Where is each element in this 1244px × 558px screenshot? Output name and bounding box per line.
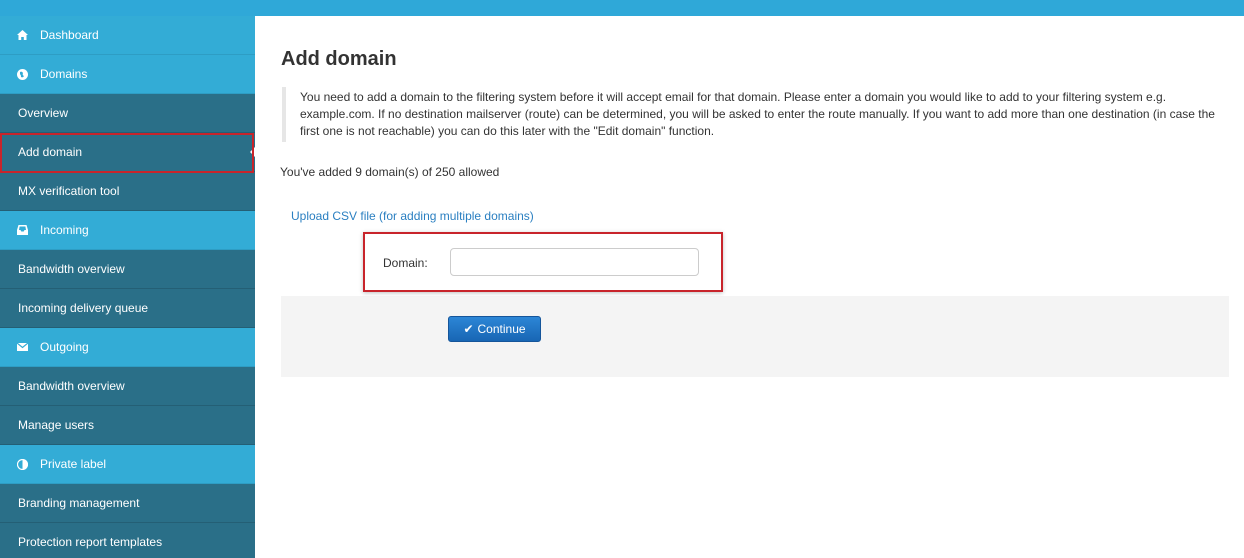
sidebar-item-incoming[interactable]: Incoming: [0, 211, 255, 250]
domain-label: Domain:: [383, 256, 428, 270]
intro-text: You need to add a domain to the filterin…: [282, 87, 1232, 142]
sidebar-item-label: Protection report templates: [18, 535, 163, 549]
sidebar-item-label: MX verification tool: [18, 184, 120, 198]
sidebar-item-incoming-bandwidth-overview[interactable]: Bandwidth overview: [0, 250, 255, 289]
globe-icon: [14, 68, 30, 80]
sidebar-item-label: Bandwidth overview: [18, 262, 125, 276]
home-icon: [14, 30, 30, 40]
form-actions-area: [281, 296, 1229, 377]
sidebar-item-dashboard[interactable]: Dashboard: [0, 16, 255, 55]
continue-button[interactable]: ✔ Continue: [448, 316, 541, 342]
sidebar-item-add-domain[interactable]: Add domain: [0, 133, 255, 172]
sidebar-item-domains[interactable]: Domains: [0, 55, 255, 94]
sidebar-item-branding-management[interactable]: Branding management: [0, 484, 255, 523]
page-title: Add domain: [281, 48, 397, 70]
top-bar: [0, 0, 1244, 16]
sidebar-item-label: Bandwidth overview: [18, 379, 125, 393]
sidebar-item-manage-users[interactable]: Manage users: [0, 406, 255, 445]
sidebar-item-label: Domains: [40, 67, 88, 81]
sidebar-item-label: Branding management: [18, 496, 140, 510]
sidebar-item-overview[interactable]: Overview: [0, 94, 255, 133]
main-content: Add domain You need to add a domain to t…: [255, 16, 1244, 558]
sidebar-item-mx-verification-tool[interactable]: MX verification tool: [0, 172, 255, 211]
sidebar-item-label: Add domain: [18, 145, 83, 159]
sidebar-item-label: Manage users: [18, 418, 95, 432]
sidebar-item-incoming-delivery-queue[interactable]: Incoming delivery queue: [0, 289, 255, 328]
inbox-icon: [14, 225, 30, 235]
domain-field-group: Domain:: [363, 232, 723, 292]
envelope-icon: [14, 343, 30, 351]
contrast-icon: [14, 458, 30, 470]
domain-quota-text: You've added 9 domain(s) of 250 allowed: [280, 165, 500, 179]
continue-button-label: Continue: [477, 322, 526, 336]
domain-input[interactable]: [450, 248, 699, 276]
sidebar-item-label: Outgoing: [40, 340, 89, 354]
sidebar-item-label: Private label: [40, 457, 107, 471]
upload-csv-link[interactable]: Upload CSV file (for adding multiple dom…: [291, 209, 534, 223]
sidebar-item-outgoing-bandwidth-overview[interactable]: Bandwidth overview: [0, 367, 255, 406]
sidebar-item-private-label[interactable]: Private label: [0, 445, 255, 484]
sidebar-item-outgoing[interactable]: Outgoing: [0, 328, 255, 367]
sidebar-item-label: Incoming: [40, 223, 89, 237]
sidebar: Dashboard Domains Overview Add domain MX…: [0, 16, 255, 558]
sidebar-item-label: Overview: [18, 106, 69, 120]
checkmark-icon: ✔: [463, 322, 474, 336]
sidebar-item-protection-report-templates[interactable]: Protection report templates: [0, 523, 255, 558]
sidebar-item-label: Dashboard: [40, 28, 99, 42]
sidebar-item-label: Incoming delivery queue: [18, 301, 149, 315]
